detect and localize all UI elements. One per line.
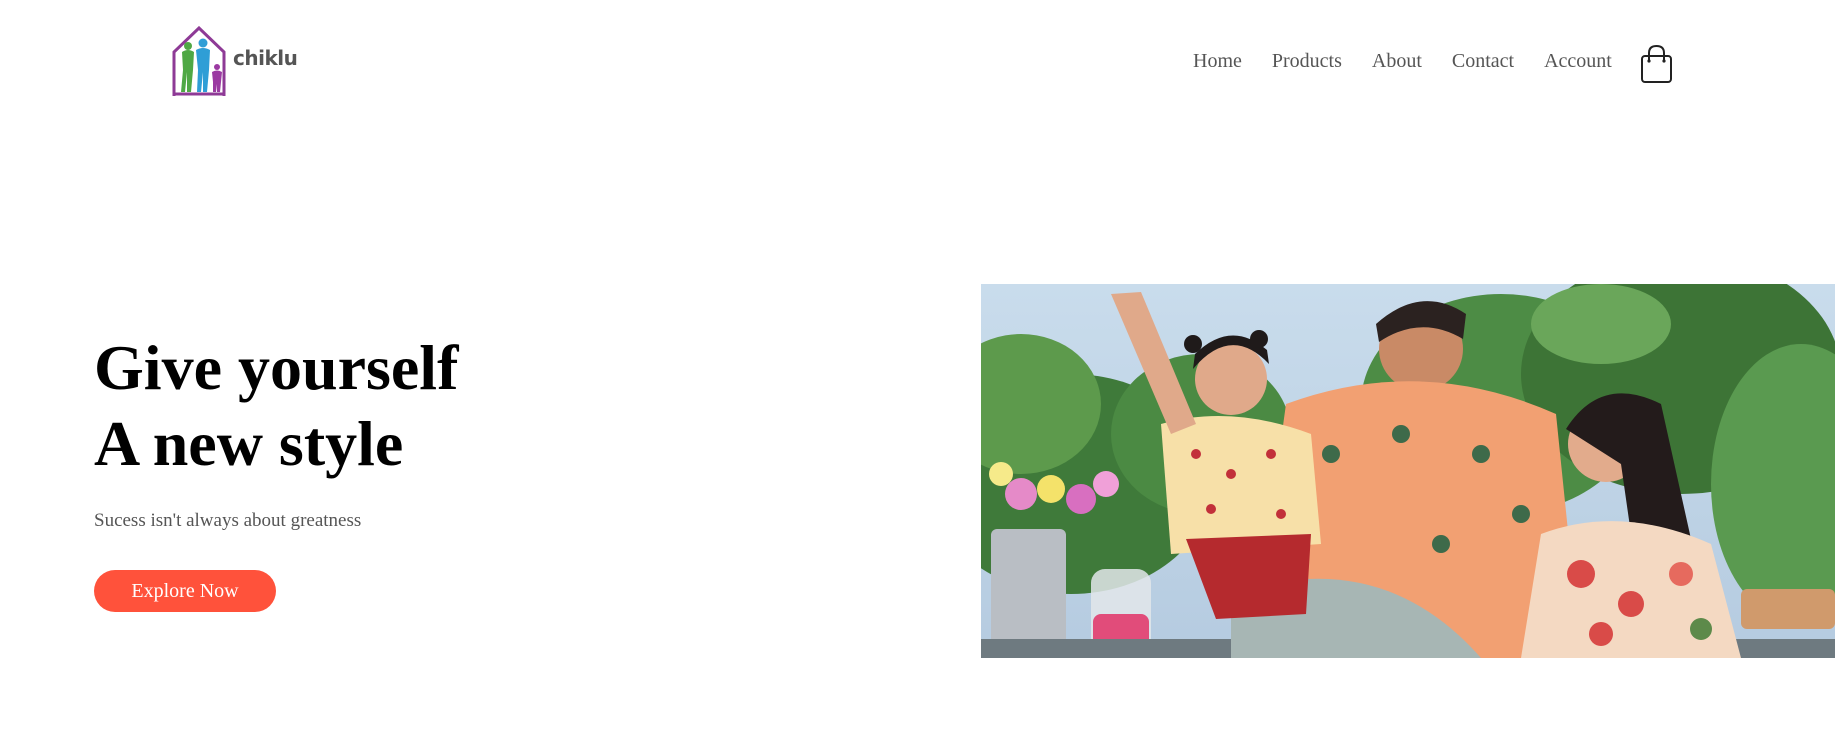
brand-logo[interactable]: chiklu [171,26,298,96]
hero-title-line1: Give yourself [94,332,459,403]
explore-now-button[interactable]: Explore Now [94,570,276,612]
nav-account[interactable]: Account [1544,50,1612,73]
family-photo [981,284,1835,658]
hero-title-line2: A new style [94,408,404,479]
nav-products[interactable]: Products [1272,50,1342,73]
shopping-bag-icon[interactable] [1640,44,1673,84]
nav-home[interactable]: Home [1193,50,1242,73]
family-house-icon [172,26,226,96]
nav-contact[interactable]: Contact [1452,50,1514,73]
hero-subtitle: Sucess isn't always about greatness [94,510,362,531]
main-nav: Home Products About Contact Account [1193,50,1612,73]
brand-name: chiklu [233,46,298,70]
nav-about[interactable]: About [1372,50,1422,73]
hero-family-photo [981,284,1835,658]
page: chiklu Home Products About Contact Accou… [0,0,1835,733]
hero-title: Give yourself A new style [94,330,458,482]
